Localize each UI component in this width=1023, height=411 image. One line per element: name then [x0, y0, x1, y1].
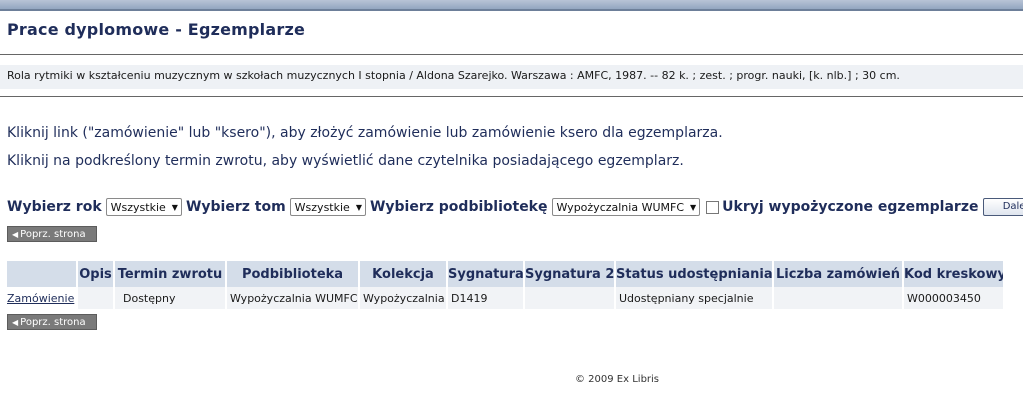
requests-count-cell — [773, 287, 904, 309]
chevron-left-icon: ◀ — [12, 318, 19, 327]
divider-top — [0, 54, 1023, 55]
record-summary-text: Rola rytmiki w kształceniu muzycznym w s… — [7, 69, 900, 82]
hide-loaned-label: Ukryj wypożyczone egzemplarze — [722, 199, 979, 215]
col-header-podbiblioteka[interactable]: Podbiblioteka — [226, 261, 360, 287]
col-header-status[interactable]: Status udostępniania — [615, 261, 774, 287]
table-row: Zamówienie Dostępny Wypożyczalnia WUMFC … — [7, 287, 1005, 309]
order-link[interactable]: Zamówienie — [7, 292, 74, 305]
items-table: Opis Termin zwrotu Podbiblioteka Kolekcj… — [7, 261, 1005, 309]
col-header-kod[interactable]: Kod kreskowy — [903, 261, 1005, 287]
col-header-termin[interactable]: Termin zwrotu — [114, 261, 227, 287]
volume-filter-label: Wybierz tom — [185, 199, 286, 215]
call-number-2-cell — [524, 287, 616, 309]
chevron-left-icon: ◀ — [12, 230, 19, 239]
next-button[interactable]: Dalej — [983, 198, 1023, 216]
return-date-cell: Dostępny — [114, 287, 227, 309]
volume-select[interactable]: Wszystkie ▼ — [289, 198, 366, 216]
status-cell: Udostępniany specjalnie — [615, 287, 774, 309]
sublibrary-cell: Wypożyczalnia WUMFC — [226, 287, 360, 309]
call-number-cell: D1419 — [447, 287, 525, 309]
col-header-liczba[interactable]: Liczba zamówień — [773, 261, 904, 287]
page-title: Prace dyplomowe - Egzemplarze — [7, 20, 306, 39]
col-header-sygnatura2[interactable]: Sygnatura 2 — [524, 261, 616, 287]
prev-page-button-bottom[interactable]: ◀ Poprz. strona — [7, 314, 97, 330]
col-header-opis[interactable]: Opis — [77, 261, 115, 287]
order-cell: Zamówienie — [7, 287, 78, 309]
hide-loaned-checkbox[interactable] — [706, 200, 720, 214]
chevron-down-icon: ▼ — [355, 202, 362, 212]
opis-cell — [77, 287, 115, 309]
filter-bar: Wybierz rok Wszystkie ▼ Wybierz tom Wszys… — [7, 198, 1023, 216]
instruction-order: Kliknij link ("zamówienie" lub "ksero"),… — [7, 125, 723, 141]
instruction-return-date: Kliknij na podkreślony termin zwrotu, ab… — [7, 153, 684, 169]
prev-page-button-top[interactable]: ◀ Poprz. strona — [7, 226, 97, 242]
year-filter-label: Wybierz rok — [7, 199, 102, 215]
sublibrary-filter-label: Wybierz podbibliotekę — [369, 199, 548, 215]
table-header-row: Opis Termin zwrotu Podbiblioteka Kolekcj… — [7, 261, 1005, 287]
volume-select-value: Wszystkie — [294, 200, 350, 214]
sublibrary-select-value: Wypożyczalnia WUMFC — [556, 200, 685, 214]
divider-bottom — [0, 96, 1023, 97]
year-select[interactable]: Wszystkie ▼ — [105, 198, 182, 216]
prev-page-label: Poprz. strona — [20, 317, 86, 328]
col-header-action — [7, 261, 78, 287]
prev-page-label: Poprz. strona — [20, 229, 86, 240]
chevron-down-icon: ▼ — [690, 202, 697, 212]
record-summary: Rola rytmiki w kształceniu muzycznym w s… — [0, 65, 1023, 89]
barcode-cell: W000003450 — [903, 287, 1005, 309]
sublibrary-select[interactable]: Wypożyczalnia WUMFC ▼ — [551, 198, 701, 216]
chevron-down-icon: ▼ — [171, 202, 178, 212]
col-header-kolekcja[interactable]: Kolekcja — [359, 261, 448, 287]
copyright-footer: © 2009 Ex Libris — [575, 374, 660, 385]
collection-cell: Wypożyczalnia — [359, 287, 448, 309]
col-header-sygnatura[interactable]: Sygnatura — [447, 261, 525, 287]
top-banner-bar — [0, 0, 1023, 11]
year-select-value: Wszystkie — [110, 200, 166, 214]
